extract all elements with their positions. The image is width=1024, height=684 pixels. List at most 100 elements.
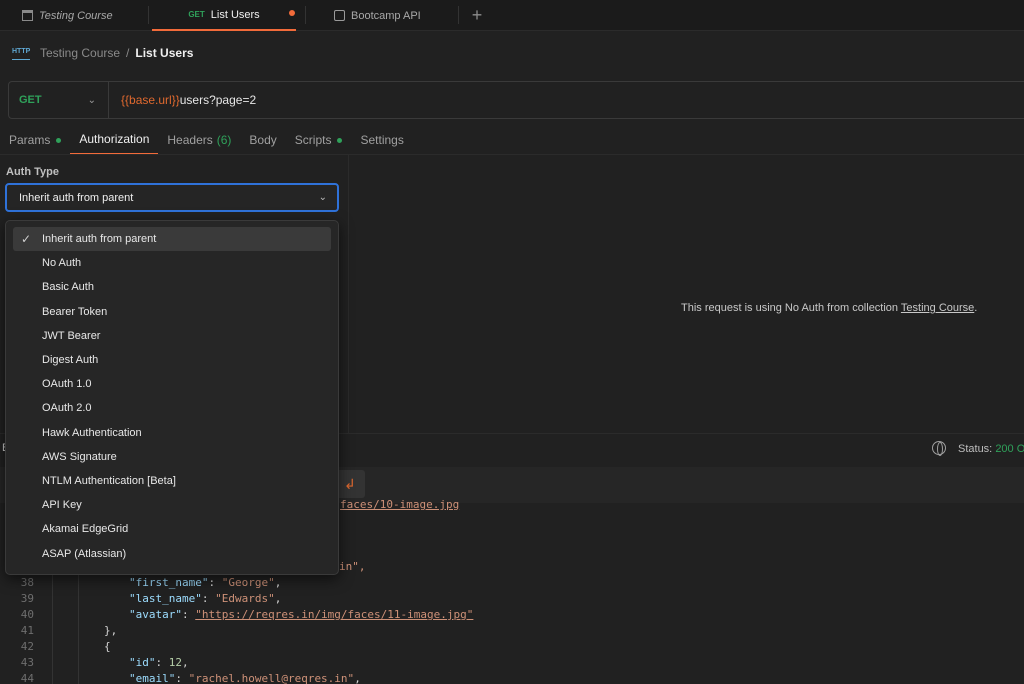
code-line: 44 "email": "rachel.howell@reqres.in", [0, 670, 1024, 684]
json-key: "email" [129, 672, 176, 684]
globe-icon[interactable] [932, 441, 946, 456]
http-icon: HTTP [12, 46, 30, 60]
api-icon [334, 10, 345, 21]
active-dot-icon [56, 137, 62, 143]
option-label: No Auth [42, 257, 82, 270]
line-number: 44 [20, 672, 34, 684]
new-tab-plus-icon[interactable]: + [468, 3, 486, 27]
auth-info-text: This request is using No Auth from colle… [681, 302, 899, 314]
breadcrumb-separator: / [126, 46, 130, 60]
tab-label: Settings [360, 133, 404, 147]
code-fragment: faces/10-image.jpg [340, 498, 460, 511]
json-url-value[interactable]: "https://reqres.in/img/faces/11-image.jp… [195, 608, 473, 621]
auth-option-oauth2[interactable]: OAuth 2.0 [13, 396, 331, 420]
tab-label: Headers [167, 133, 213, 147]
url-input[interactable]: {{base.url}} users?page=2 [109, 93, 256, 107]
auth-type-select[interactable]: Inherit auth from parent ⌄ [5, 183, 339, 212]
option-label: OAuth 1.0 [42, 378, 92, 391]
divider [0, 154, 1024, 155]
tab-authorization[interactable]: Authorization [70, 125, 159, 155]
json-punct: , [354, 672, 361, 684]
tab-settings[interactable]: Settings [351, 125, 412, 155]
url-bar: GET ⌄ {{base.url}} users?page=2 [8, 81, 1024, 119]
line-number: 42 [20, 640, 34, 653]
auth-option-jwt[interactable]: JWT Bearer [13, 324, 331, 348]
tab-label: Bootcamp API [351, 9, 421, 22]
auth-option-aws[interactable]: AWS Signature [13, 445, 331, 469]
tab-label: Authorization [79, 132, 150, 146]
json-key: "id" [129, 656, 156, 669]
tab-scripts[interactable]: Scripts [286, 125, 352, 155]
tab-separator [458, 6, 459, 24]
json-value: "rachel.howell@reqres.in" [188, 672, 355, 684]
json-key: "last_name" [129, 592, 202, 605]
url-variable: {{base.url}} [121, 93, 180, 107]
auth-option-ntlm[interactable]: NTLM Authentication [Beta] [13, 469, 331, 493]
active-dot-icon [337, 137, 343, 143]
auth-option-inherit[interactable]: ✓ Inherit auth from parent [13, 227, 331, 252]
option-label: AWS Signature [42, 450, 117, 463]
tab-label: Body [249, 133, 277, 147]
auth-type-label: Auth Type [6, 166, 59, 178]
option-label: Akamai EdgeGrid [42, 523, 129, 536]
json-punct: , [274, 576, 282, 589]
json-key: "avatar" [129, 608, 182, 621]
auth-type-value: Inherit auth from parent [19, 191, 134, 204]
pane-divider[interactable] [348, 155, 349, 433]
json-key: "first_name" [129, 576, 209, 589]
unsaved-dot-icon [289, 10, 295, 16]
url-path: users?page=2 [179, 93, 257, 107]
method-value: GET [19, 94, 42, 106]
auth-option-no-auth[interactable]: No Auth [13, 251, 331, 275]
option-label: Basic Auth [42, 281, 94, 294]
headers-count: (6) [216, 133, 232, 147]
json-punct: { [104, 640, 111, 653]
tab-bar: Testing Course GET List Users Bootcamp A… [0, 0, 1024, 31]
status-code: 200 O [995, 443, 1024, 455]
breadcrumb-parent[interactable]: Testing Course [40, 46, 120, 60]
auth-info-message: This request is using No Auth from colle… [681, 302, 977, 314]
auth-option-api-key[interactable]: API Key [13, 493, 331, 517]
method-select[interactable]: GET ⌄ [9, 82, 109, 118]
tab-list-users[interactable]: GET List Users [152, 0, 296, 31]
response-status: Status: 200 O [958, 443, 1024, 455]
option-label: ASAP (Atlassian) [42, 547, 127, 560]
auth-option-hawk[interactable]: Hawk Authentication [13, 421, 331, 445]
tab-separator [305, 6, 306, 24]
option-label: Digest Auth [42, 354, 99, 367]
wrap-lines-icon[interactable]: ↲ [335, 470, 365, 498]
auth-option-akamai[interactable]: Akamai EdgeGrid [13, 517, 331, 541]
json-punct: }, [104, 624, 118, 637]
breadcrumb-current[interactable]: List Users [135, 46, 193, 60]
tab-headers[interactable]: Headers (6) [158, 125, 240, 155]
json-value: "George" [221, 576, 275, 589]
tab-testing-course[interactable]: Testing Course [22, 0, 152, 31]
option-label: OAuth 2.0 [42, 402, 92, 415]
tab-label: Params [9, 133, 51, 147]
json-punct: , [182, 656, 189, 669]
line-number: 38 [20, 576, 34, 589]
tab-label: Scripts [294, 133, 332, 147]
code-line: 41 }, [0, 622, 1024, 639]
tab-separator [148, 6, 149, 24]
json-value: "Edwards" [215, 592, 275, 605]
tab-body[interactable]: Body [240, 125, 285, 155]
collection-icon [22, 10, 33, 21]
auth-type-dropdown: ✓ Inherit auth from parent No Auth Basic … [5, 220, 339, 575]
auth-option-oauth1[interactable]: OAuth 1.0 [13, 372, 331, 396]
collection-link[interactable]: Testing Course [901, 302, 974, 314]
line-number: 40 [20, 608, 34, 621]
auth-option-basic[interactable]: Basic Auth [13, 275, 331, 299]
auth-option-bearer[interactable]: Bearer Token [13, 300, 331, 324]
code-line: 39 "last_name": "Edwards", [0, 590, 1024, 607]
tab-label: Testing Course [39, 9, 113, 22]
tab-params[interactable]: Params [0, 125, 70, 155]
code-line: 38 "first_name": "George", [0, 574, 1024, 591]
tab-bootcamp-api[interactable]: Bootcamp API [334, 0, 454, 31]
code-line: 42 { [0, 638, 1024, 655]
code-line: 43 "id": 12, [0, 654, 1024, 671]
code-line: 40 "avatar": "https://reqres.in/img/face… [0, 606, 1024, 623]
auth-option-asap[interactable]: ASAP (Atlassian) [13, 541, 331, 565]
json-value: 12 [168, 656, 182, 669]
auth-option-digest[interactable]: Digest Auth [13, 348, 331, 372]
